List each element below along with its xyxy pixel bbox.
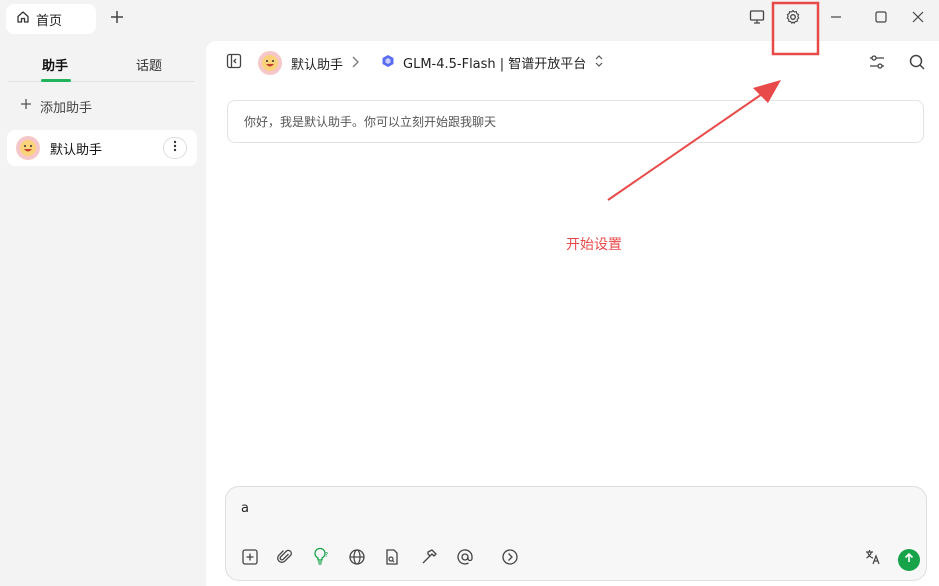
arrow-circle-icon <box>501 548 519 570</box>
lightbulb-icon: ? <box>311 547 331 570</box>
current-assistant[interactable]: 默认助手 <box>258 51 343 75</box>
tab-assistants[interactable]: 助手 <box>8 46 102 82</box>
current-assistant-label: 默认助手 <box>291 57 344 73</box>
close-icon <box>911 10 925 28</box>
send-icon <box>903 552 915 568</box>
minimize-button[interactable] <box>818 4 854 34</box>
attach-file-button[interactable] <box>274 548 296 570</box>
plus-icon <box>110 10 124 28</box>
title-bar: 首页 <box>0 0 939 40</box>
send-button[interactable] <box>898 549 920 571</box>
add-assistant-label: 添加助手 <box>40 100 93 116</box>
message-input-value: a <box>241 501 249 516</box>
home-icon <box>16 10 30 28</box>
assistant-name-label: 默认助手 <box>50 142 103 158</box>
at-icon <box>456 548 474 570</box>
chat-header: 默认助手 GLM-4.5-Flash | 智谱开放平台 <box>206 41 939 85</box>
more-vertical-icon <box>173 140 177 156</box>
sliders-icon <box>868 53 886 75</box>
minimize-icon <box>829 10 843 28</box>
home-tab-label: 首页 <box>36 13 63 29</box>
gear-icon <box>785 9 801 29</box>
chevron-right-icon <box>350 55 360 73</box>
sidebar-item-default-assistant[interactable]: 默认助手 <box>7 130 197 166</box>
translate-button[interactable] <box>862 548 884 570</box>
tab-topics[interactable]: 话题 <box>102 46 196 82</box>
welcome-text: 你好，我是默认助手。你可以立刻开始跟我聊天 <box>244 115 497 129</box>
tab-assistants-label: 助手 <box>41 58 68 74</box>
add-assistant-button[interactable]: 添加助手 <box>20 94 92 118</box>
model-selector[interactable]: GLM-4.5-Flash | 智谱开放平台 <box>381 53 604 72</box>
mention-model-button[interactable] <box>454 548 476 570</box>
new-topic-button[interactable] <box>239 548 261 570</box>
search-button[interactable] <box>906 53 928 75</box>
knowledge-base-button[interactable] <box>381 548 403 570</box>
search-icon <box>908 53 926 75</box>
new-tab-button[interactable] <box>104 6 130 32</box>
close-button[interactable] <box>900 4 936 34</box>
chat-panel: 默认助手 GLM-4.5-Flash | 智谱开放平台 你好，我是默认助手。你可… <box>206 41 939 586</box>
model-logo-icon <box>381 54 395 72</box>
home-tab[interactable]: 首页 <box>6 4 96 34</box>
maximize-icon <box>874 10 888 28</box>
sidebar-tabs: 助手 话题 <box>8 46 195 82</box>
welcome-message: 你好，我是默认助手。你可以立刻开始跟我聊天 <box>227 100 924 143</box>
globe-icon <box>348 548 366 570</box>
translate-icon <box>864 548 882 570</box>
model-label: GLM-4.5-Flash | 智谱开放平台 <box>403 57 587 72</box>
file-icon <box>383 548 401 570</box>
thinking-button[interactable]: ? <box>310 547 332 570</box>
tab-topics-label: 话题 <box>135 58 162 74</box>
settings-button[interactable] <box>775 4 811 34</box>
monitor-icon <box>749 9 765 29</box>
avatar <box>16 136 40 160</box>
message-input[interactable]: a ? <box>225 486 927 581</box>
maximize-button[interactable] <box>863 4 899 34</box>
chevron-updown-icon <box>594 54 604 72</box>
chat-settings-button[interactable] <box>866 53 888 75</box>
annotation-label: 开始设置 <box>566 237 622 253</box>
sidebar-toggle-icon <box>226 53 242 73</box>
new-topic-icon <box>241 548 259 570</box>
more-options-button[interactable] <box>163 137 187 159</box>
active-tab-indicator <box>41 79 71 82</box>
hammer-icon <box>420 548 438 570</box>
avatar <box>258 51 282 75</box>
sidebar-toggle-button[interactable] <box>224 53 244 73</box>
svg-text:?: ? <box>325 551 329 559</box>
web-search-button[interactable] <box>346 548 368 570</box>
sidebar: 助手 话题 添加助手 默认助手 <box>0 40 206 586</box>
plus-icon <box>20 98 32 114</box>
paperclip-icon <box>276 548 294 570</box>
mini-window-button[interactable] <box>739 4 775 34</box>
expand-tools-button[interactable] <box>499 548 521 570</box>
mcp-tools-button[interactable] <box>418 548 440 570</box>
